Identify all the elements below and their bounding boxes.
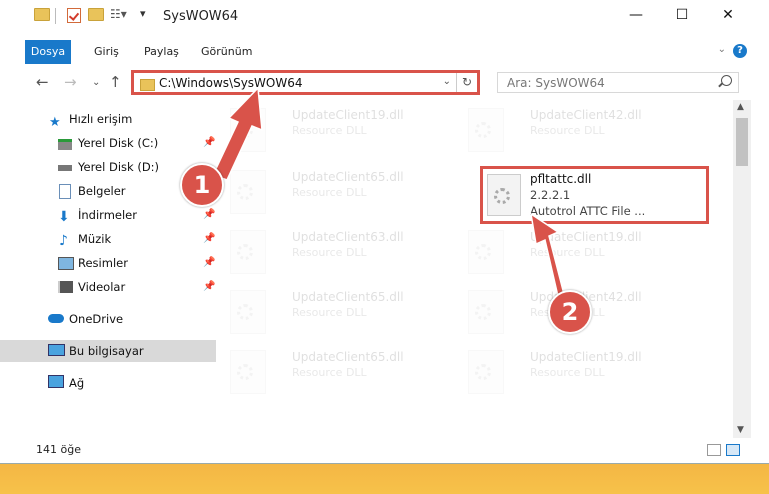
- explorer-window: ☷▾ ▾ SysWOW64 — ☐ ✕ Dosya Giriş Paylaş G…: [0, 0, 769, 464]
- scroll-down-icon[interactable]: ▼: [737, 425, 744, 435]
- ribbon-expand-icon[interactable]: ⌄: [718, 44, 726, 55]
- pin-icon[interactable]: 📌: [203, 228, 215, 250]
- minimize-button[interactable]: —: [613, 0, 659, 30]
- star-icon: ★: [49, 115, 61, 130]
- pictures-icon: [58, 257, 74, 270]
- sidebar-item-onedrive[interactable]: OneDrive: [0, 308, 216, 330]
- step-2-badge: 2: [548, 290, 592, 334]
- separator: [55, 8, 56, 24]
- up-arrow-icon[interactable]: ↑: [109, 73, 122, 91]
- quick-access-menu-icon[interactable]: ☷▾: [110, 7, 127, 21]
- back-arrow-icon[interactable]: ←: [36, 73, 49, 91]
- large-icons-view-icon[interactable]: [726, 444, 740, 456]
- folder-icon: [140, 79, 155, 91]
- help-icon[interactable]: ?: [733, 44, 747, 58]
- download-icon: ⬇: [58, 209, 70, 225]
- refresh-icon[interactable]: ↻: [456, 73, 477, 92]
- navigation-bar: ← → ⌄ ↑ C:\Windows\SysWOW64 ⌄ ↻ Ara: Sys…: [0, 65, 769, 100]
- new-folder-icon[interactable]: [88, 8, 104, 21]
- tab-dosya[interactable]: Dosya: [25, 40, 71, 64]
- search-icon: [721, 75, 732, 86]
- file-item[interactable]: UpdateClient19.dll Resource DLL: [460, 222, 680, 278]
- sidebar-item-downloads[interactable]: ⬇ İndirmeler 📌: [0, 204, 216, 226]
- details-view-icon[interactable]: [707, 444, 721, 456]
- file-version: 2.2.2.1: [530, 188, 571, 202]
- file-name: pfltattc.dll: [530, 172, 592, 186]
- sidebar-item-quick-access[interactable]: ★ Hızlı erişim: [0, 108, 216, 130]
- dll-file-icon: [230, 290, 266, 334]
- close-button[interactable]: ✕: [705, 0, 751, 30]
- scroll-up-icon[interactable]: ▲: [737, 102, 744, 112]
- video-icon: [58, 281, 73, 293]
- drive-icon: [58, 165, 72, 171]
- file-item[interactable]: UpdateClient65.dll Resource DLL: [222, 342, 442, 398]
- documents-icon: [59, 184, 71, 199]
- search-input[interactable]: Ara: SysWOW64: [497, 72, 739, 93]
- maximize-button[interactable]: ☐: [659, 0, 705, 30]
- file-item[interactable]: UpdateClient65.dll Resource DLL: [222, 282, 442, 338]
- dll-file-icon: [487, 174, 521, 216]
- music-icon: ♪: [59, 233, 68, 249]
- dll-file-icon: [230, 230, 266, 274]
- sidebar-item-videos[interactable]: Videolar 📌: [0, 276, 216, 298]
- address-dropdown-icon[interactable]: ⌄: [443, 76, 451, 87]
- file-item[interactable]: UpdateClient42.dll Resource DLL: [460, 100, 680, 156]
- recent-locations-icon[interactable]: ⌄: [92, 77, 100, 88]
- tab-paylas[interactable]: Paylaş: [140, 40, 183, 64]
- title-bar: ☷▾ ▾ SysWOW64 — ☐ ✕: [0, 0, 769, 32]
- tab-giris[interactable]: Giriş: [90, 40, 123, 64]
- sidebar-item-pictures[interactable]: Resimler 📌: [0, 252, 216, 274]
- network-icon: [48, 375, 64, 388]
- ribbon: Dosya Giriş Paylaş Görünüm ⌄ ?: [0, 32, 769, 66]
- sidebar-item-this-pc[interactable]: Bu bilgisayar: [0, 340, 216, 362]
- tab-gorunum[interactable]: Görünüm: [197, 40, 256, 64]
- file-list: UpdateClient19.dll Resource DLL UpdateCl…: [222, 100, 734, 438]
- dll-file-icon: [230, 170, 266, 214]
- sidebar-item-local-disk-c[interactable]: Yerel Disk (C:) 📌: [0, 132, 216, 154]
- sidebar-item-music[interactable]: ♪ Müzik 📌: [0, 228, 216, 250]
- item-count: 141 öğe: [36, 443, 81, 456]
- forward-arrow-icon[interactable]: →: [64, 73, 77, 91]
- cloud-icon: [48, 314, 64, 323]
- address-path[interactable]: C:\Windows\SysWOW64: [159, 76, 303, 90]
- properties-icon[interactable]: [67, 8, 81, 23]
- file-item[interactable]: UpdateClient19.dll Resource DLL: [222, 100, 442, 156]
- file-item-pfltattc[interactable]: pfltattc.dll 2.2.2.1 Autotrol ATTC File …: [480, 166, 709, 224]
- scroll-thumb[interactable]: [736, 118, 748, 166]
- dll-file-icon: [230, 108, 266, 152]
- computer-icon: [48, 344, 65, 356]
- pin-icon[interactable]: 📌: [203, 132, 215, 154]
- status-bar: 141 öğe: [0, 438, 769, 463]
- file-description: Autotrol ATTC File ...: [530, 204, 646, 218]
- vertical-scrollbar[interactable]: ▲ ▼: [733, 100, 751, 438]
- file-item[interactable]: UpdateClient63.dll Resource DLL: [222, 222, 442, 278]
- file-item[interactable]: UpdateClient19.dll Resource DLL: [460, 342, 680, 398]
- file-item[interactable]: UpdateClient65.dll Resource DLL: [222, 162, 442, 218]
- sidebar-item-network[interactable]: Ağ: [0, 372, 216, 394]
- customize-toolbar-icon[interactable]: ▾: [140, 7, 146, 20]
- dll-file-icon: [468, 290, 504, 334]
- navigation-pane: ★ Hızlı erişim Yerel Disk (C:) 📌 Yerel D…: [0, 100, 218, 438]
- pin-icon[interactable]: 📌: [203, 276, 215, 298]
- search-placeholder: Ara: SysWOW64: [507, 76, 605, 90]
- drive-icon: [58, 139, 72, 150]
- dll-file-icon: [230, 350, 266, 394]
- dll-file-icon: [468, 350, 504, 394]
- pin-icon[interactable]: 📌: [203, 204, 215, 226]
- dll-file-icon: [468, 108, 504, 152]
- step-1-badge: 1: [180, 163, 224, 207]
- window-title: SysWOW64: [163, 9, 239, 24]
- dll-file-icon: [468, 230, 504, 274]
- folder-icon: [34, 8, 50, 21]
- pin-icon[interactable]: 📌: [203, 252, 215, 274]
- address-bar[interactable]: C:\Windows\SysWOW64 ⌄ ↻: [131, 70, 480, 95]
